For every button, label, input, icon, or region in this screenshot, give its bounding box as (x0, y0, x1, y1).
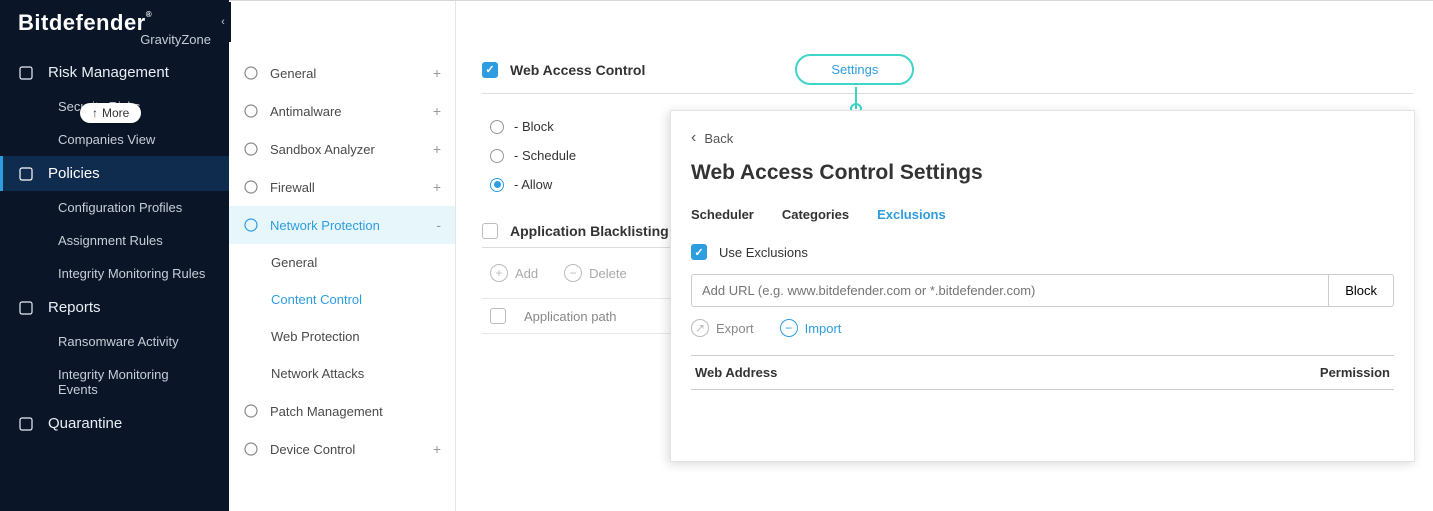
logo: Bitdefender GravityZone (0, 0, 229, 55)
web-access-control-label: Web Access Control (510, 62, 645, 78)
risk-icon (18, 65, 34, 81)
tab-exclusions[interactable]: Exclusions (877, 207, 946, 222)
reports-icon (18, 300, 34, 316)
policy-item-general[interactable]: General+ (229, 54, 455, 92)
policy-sub-network-attacks[interactable]: Network Attacks (229, 355, 455, 392)
expand-icon: + (433, 65, 441, 81)
sidebar: ‹ Bitdefender GravityZone ↑ More Risk Ma… (0, 0, 229, 511)
minus-icon: − (564, 264, 582, 282)
sidebar-item-label: Policies (48, 165, 100, 182)
add-button[interactable]: + Add (490, 264, 538, 282)
expand-icon: + (433, 103, 441, 119)
exclusions-table-header: Web Address Permission (691, 355, 1394, 390)
policy-sub-general[interactable]: General (229, 244, 455, 281)
use-exclusions-row: Use Exclusions (691, 244, 1394, 260)
policies-icon (18, 166, 34, 182)
cube-icon (243, 141, 259, 157)
import-button[interactable]: − Import (780, 319, 842, 337)
gear-icon (243, 65, 259, 81)
collapse-icon: - (436, 217, 441, 233)
shield-icon (243, 103, 259, 119)
sidebar-item-policies[interactable]: Policies (0, 156, 229, 191)
sidebar-item-label: Risk Management (48, 64, 169, 81)
application-blacklisting-checkbox[interactable] (482, 223, 498, 239)
web-access-control-checkbox[interactable] (482, 62, 498, 78)
delete-button[interactable]: − Delete (564, 264, 627, 282)
brand-name: Bitdefender (18, 10, 211, 36)
sidebar-item-label: Ransomware Activity (58, 334, 179, 349)
firewall-icon (243, 179, 259, 195)
radio-icon (490, 149, 504, 163)
block-button[interactable]: Block (1329, 274, 1394, 307)
use-exclusions-checkbox[interactable] (691, 244, 707, 260)
sidebar-item-configuration-profiles[interactable]: Configuration Profiles (0, 191, 229, 224)
policy-item-firewall[interactable]: Firewall+ (229, 168, 455, 206)
expand-icon: + (433, 179, 441, 195)
quarantine-icon (18, 416, 34, 432)
col-permission: Permission (1320, 365, 1390, 380)
chevron-left-icon: ‹ (691, 129, 696, 147)
sidebar-item-label: Configuration Profiles (58, 200, 182, 215)
settings-panel: ‹ Back Web Access Control Settings Sched… (670, 110, 1415, 462)
url-row: Block (691, 274, 1394, 307)
sidebar-item-integrity-monitoring-events[interactable]: Integrity Monitoring Events (0, 358, 229, 406)
application-blacklisting-label: Application Blacklisting (510, 223, 669, 239)
import-export-row: ↗ Export − Import (691, 319, 1394, 337)
sidebar-item-quarantine[interactable]: Quarantine (0, 406, 229, 441)
expand-icon: + (433, 441, 441, 457)
sidebar-item-label: Reports (48, 299, 101, 316)
device-icon (243, 441, 259, 457)
policy-sub-content-control[interactable]: Content Control (229, 281, 455, 318)
expand-icon: + (433, 141, 441, 157)
tab-scheduler[interactable]: Scheduler (691, 207, 754, 222)
export-button[interactable]: ↗ Export (691, 319, 754, 337)
policy-item-patch-management[interactable]: Patch Management (229, 392, 455, 430)
back-button[interactable]: ‹ Back (691, 129, 1394, 147)
import-icon: − (780, 319, 798, 337)
url-input[interactable] (691, 274, 1329, 307)
sidebar-item-label: Assignment Rules (58, 233, 163, 248)
use-exclusions-label: Use Exclusions (719, 245, 808, 260)
settings-button[interactable]: Settings (795, 54, 914, 85)
policy-sub-web-protection[interactable]: Web Protection (229, 318, 455, 355)
sidebar-item-reports[interactable]: Reports (0, 290, 229, 325)
patch-icon (243, 403, 259, 419)
sidebar-item-assignment-rules[interactable]: Assignment Rules (0, 224, 229, 257)
network-icon (243, 217, 259, 233)
web-access-control-row: Web Access Control Settings (482, 54, 1413, 94)
sidebar-item-label: Integrity Monitoring Rules (58, 266, 205, 281)
sidebar-item-companies-view[interactable]: Companies View (0, 123, 229, 156)
sidebar-item-label: Integrity Monitoring Events (58, 367, 211, 397)
policy-item-antimalware[interactable]: Antimalware+ (229, 92, 455, 130)
radio-icon (490, 120, 504, 134)
collapse-sidebar-button[interactable]: ‹ (215, 2, 231, 42)
export-icon: ↗ (691, 319, 709, 337)
plus-icon: + (490, 264, 508, 282)
sidebar-item-risk-management[interactable]: Risk Management (0, 55, 229, 90)
sidebar-item-label: Quarantine (48, 415, 122, 432)
panel-title: Web Access Control Settings (691, 161, 1394, 185)
col-web-address: Web Address (695, 365, 777, 380)
radio-icon (490, 178, 504, 192)
policy-item-sandbox-analyzer[interactable]: Sandbox Analyzer+ (229, 130, 455, 168)
policy-item-device-control[interactable]: Device Control+ (229, 430, 455, 468)
tab-categories[interactable]: Categories (782, 207, 849, 222)
up-arrow-icon: ↑ (92, 106, 98, 120)
sidebar-item-integrity-monitoring-rules[interactable]: Integrity Monitoring Rules (0, 257, 229, 290)
more-badge[interactable]: ↑ More (80, 103, 141, 123)
panel-tabs: Scheduler Categories Exclusions (691, 207, 1394, 222)
policy-item-network-protection[interactable]: Network Protection- (229, 206, 455, 244)
select-all-checkbox[interactable] (490, 308, 506, 324)
sidebar-item-ransomware-activity[interactable]: Ransomware Activity (0, 325, 229, 358)
sidebar-item-label: Companies View (58, 132, 155, 147)
policy-nav: General+Antimalware+Sandbox Analyzer+Fir… (229, 0, 456, 511)
